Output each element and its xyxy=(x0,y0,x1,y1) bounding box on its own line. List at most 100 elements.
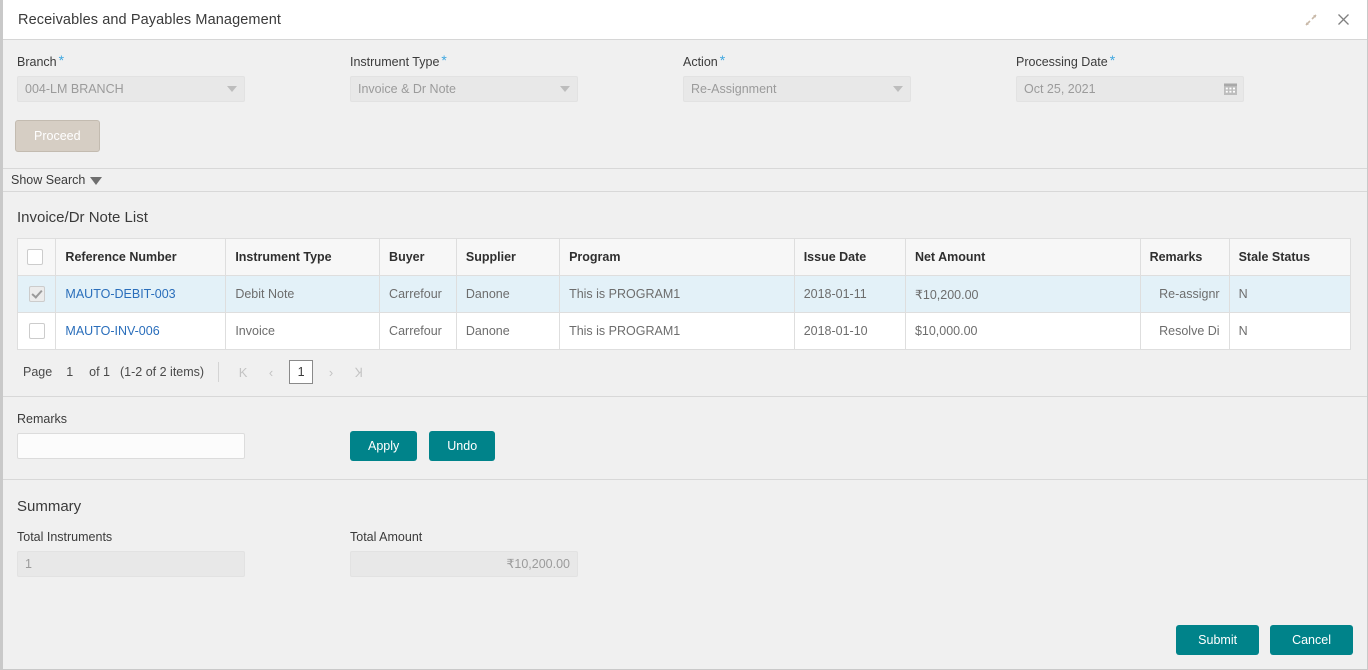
apply-button[interactable]: Apply xyxy=(350,431,418,461)
next-page-button[interactable]: › xyxy=(317,360,345,384)
total-instruments-value: 1 xyxy=(17,551,245,577)
cell-net-amount: ₹10,200.00 xyxy=(904,275,1141,313)
cell-instrument-type: Invoice xyxy=(225,312,381,350)
required-asterisk: * xyxy=(1109,52,1116,68)
chevron-down-icon xyxy=(90,177,103,185)
cell-net-amount: $10,000.00 xyxy=(904,312,1141,350)
cell-issue-date: 2018-01-11 xyxy=(793,275,906,313)
filter-field-row: Branch * 004-LM BRANCH Instrument Type * I… xyxy=(3,52,1367,102)
required-asterisk: * xyxy=(441,52,447,68)
calendar-icon[interactable] xyxy=(1223,81,1238,101)
show-search-bar: Show Search xyxy=(3,168,1367,192)
chevron-down-icon[interactable] xyxy=(560,86,570,92)
column-header-net-amount: Net Amount xyxy=(904,238,1141,276)
cell-buyer: Carrefour xyxy=(379,275,457,313)
field-branch: Branch * 004-LM BRANCH xyxy=(17,52,350,102)
field-total-amount: Total Amount ₹10,200.00 xyxy=(350,529,683,577)
cancel-button[interactable]: Cancel xyxy=(1270,625,1353,655)
close-icon[interactable] xyxy=(1335,12,1351,28)
cell-stale-status: N xyxy=(1228,275,1352,313)
application-window: Receivables and Payables Management Bran xyxy=(0,0,1368,670)
page-number: 1 xyxy=(66,365,74,379)
undo-button[interactable]: Undo xyxy=(429,431,496,461)
processing-date-input[interactable]: Oct 25, 2021 xyxy=(1016,76,1244,102)
total-amount-label: Total Amount xyxy=(350,530,423,544)
page-of-label: of 1 xyxy=(89,365,111,379)
row-select-cell xyxy=(16,275,57,313)
field-processing-date: Processing Date * Oct 25, 2021 xyxy=(1016,52,1349,102)
cell-supplier: Danone xyxy=(455,275,561,313)
show-search-toggle[interactable]: Show Search xyxy=(11,173,103,187)
page-title: Receivables and Payables Management xyxy=(18,11,282,28)
cell-remarks: Resolve Di xyxy=(1139,312,1230,350)
cell-remarks: Re-assignr xyxy=(1139,275,1230,313)
action-select[interactable]: Re-Assignment xyxy=(683,76,911,102)
row-select-cell xyxy=(16,312,57,350)
column-header-stale-status: Stale Status xyxy=(1228,238,1352,276)
instrument-type-select[interactable]: Invoice & Dr Note xyxy=(350,76,578,102)
column-header-reference-number: Reference Number xyxy=(55,238,227,276)
field-instrument-type: Instrument Type * Invoice & Dr Note xyxy=(350,52,683,102)
table-row[interactable]: MAUTO-DEBIT-003 Debit Note Carrefour Dan… xyxy=(16,275,1352,313)
total-instruments-label: Total Instruments xyxy=(17,530,113,544)
proceed-button[interactable]: Proceed xyxy=(15,120,100,152)
cell-program: This is PROGRAM1 xyxy=(559,312,795,350)
field-total-instruments: Total Instruments 1 xyxy=(17,529,350,577)
minimize-icon[interactable] xyxy=(1303,12,1319,28)
column-header-remarks: Remarks xyxy=(1139,238,1230,276)
row-checkbox[interactable] xyxy=(28,286,45,302)
pagination-divider xyxy=(218,362,220,382)
remarks-actions: Apply Undo xyxy=(350,431,496,461)
cell-program: This is PROGRAM1 xyxy=(559,275,795,313)
cell-reference-number: MAUTO-DEBIT-003 xyxy=(55,275,227,313)
remarks-label: Remarks xyxy=(17,412,68,426)
first-page-button[interactable]: K xyxy=(229,360,257,384)
current-page-button[interactable]: 1 xyxy=(289,360,314,384)
summary-title: Summary xyxy=(17,498,82,515)
processing-date-label: Processing Date * xyxy=(1016,52,1116,69)
filter-form: Branch * 004-LM BRANCH Instrument Type * I… xyxy=(3,40,1367,168)
column-header-supplier: Supplier xyxy=(455,238,561,276)
remarks-input[interactable] xyxy=(17,433,245,459)
cell-stale-status: N xyxy=(1228,312,1352,350)
window-controls xyxy=(1303,12,1355,28)
list-title: Invoice/Dr Note List xyxy=(17,209,148,226)
cell-instrument-type: Debit Note xyxy=(225,275,381,313)
prev-page-button[interactable]: ‹ xyxy=(257,360,285,384)
page-items-count: (1-2 of 2 items) xyxy=(120,365,205,379)
cell-issue-date: 2018-01-10 xyxy=(793,312,906,350)
required-asterisk: * xyxy=(719,52,726,68)
column-header-instrument-type: Instrument Type xyxy=(225,238,381,276)
show-search-label: Show Search xyxy=(11,173,86,187)
instrument-type-label: Instrument Type * xyxy=(350,52,447,69)
summary-section: Summary Total Instruments 1 Total Amount… xyxy=(3,480,1367,625)
branch-label: Branch * xyxy=(17,52,65,69)
row-checkbox[interactable] xyxy=(28,323,45,339)
summary-row: Total Instruments 1 Total Amount ₹10,200… xyxy=(17,529,1353,577)
footer-actions: Submit Cancel xyxy=(3,625,1367,669)
chevron-down-icon[interactable] xyxy=(893,86,903,92)
branch-select[interactable]: 004-LM BRANCH xyxy=(17,76,245,102)
pagination: Page 1 of 1 (1-2 of 2 items) K ‹ 1 › Ʞ xyxy=(17,350,1353,396)
cell-buyer: Carrefour xyxy=(379,312,457,350)
remarks-group: Remarks xyxy=(17,411,350,459)
remarks-section: Remarks Apply Undo xyxy=(3,397,1367,479)
reference-number-link[interactable]: MAUTO-DEBIT-003 xyxy=(65,287,175,301)
field-action: Action * Re-Assignment xyxy=(683,52,1016,102)
invoice-list-section: Invoice/Dr Note List Reference Number In… xyxy=(3,192,1367,396)
total-amount-value: ₹10,200.00 xyxy=(350,551,578,577)
last-page-button[interactable]: Ʞ xyxy=(345,360,373,384)
proceed-row: Proceed xyxy=(3,102,1367,168)
column-header-buyer: Buyer xyxy=(379,238,457,276)
cell-supplier: Danone xyxy=(455,312,561,350)
reference-number-link[interactable]: MAUTO-INV-006 xyxy=(65,324,159,338)
action-label: Action * xyxy=(683,52,726,69)
submit-button[interactable]: Submit xyxy=(1176,625,1260,655)
select-all-header xyxy=(16,238,57,276)
chevron-down-icon[interactable] xyxy=(227,86,237,92)
table-header-row: Reference Number Instrument Type Buyer S… xyxy=(16,238,1352,276)
table-row[interactable]: MAUTO-INV-006 Invoice Carrefour Danone T… xyxy=(16,312,1352,350)
column-header-issue-date: Issue Date xyxy=(793,238,906,276)
required-asterisk: * xyxy=(58,52,65,68)
select-all-checkbox[interactable] xyxy=(27,249,43,265)
